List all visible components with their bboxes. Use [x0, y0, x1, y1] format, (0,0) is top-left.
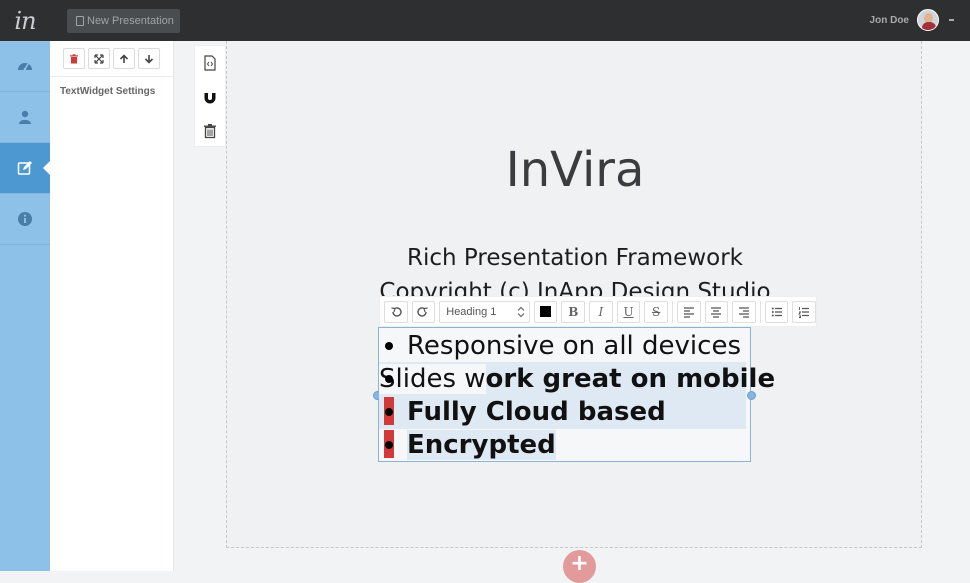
bold-button[interactable]: B	[561, 300, 586, 323]
align-center-button[interactable]	[704, 300, 729, 323]
edit-icon	[17, 161, 32, 175]
left-nav	[0, 41, 50, 571]
bullet-list-icon	[771, 307, 782, 316]
code-file-icon	[204, 55, 216, 71]
info-icon	[18, 212, 32, 226]
list-item[interactable]: Encrypted	[379, 428, 556, 462]
widget-toolbar	[50, 41, 173, 77]
user-icon	[19, 110, 31, 124]
list-item-bold-text: ork great on mobile	[485, 364, 776, 394]
slide-title[interactable]: InVira	[227, 142, 923, 198]
block-style-value: Heading 1	[446, 305, 497, 318]
chevron-down-icon	[949, 19, 954, 21]
expand-icon	[94, 53, 104, 64]
move-down-button[interactable]	[138, 48, 160, 69]
top-bar: in New Presentation Jon Doe	[0, 0, 970, 41]
align-center-icon	[711, 306, 722, 318]
user-menu[interactable]: Jon Doe	[870, 9, 954, 31]
code-view-button[interactable]	[195, 46, 225, 80]
app-logo[interactable]: in	[0, 0, 50, 41]
redo-button[interactable]	[411, 300, 436, 323]
list-item-text: Slides w	[379, 364, 486, 394]
nav-item-dashboard[interactable]	[0, 41, 50, 92]
snap-toggle-button[interactable]	[195, 80, 225, 114]
nav-item-users[interactable]	[0, 92, 50, 143]
bullet-icon	[379, 395, 407, 429]
up-down-chevron-icon	[517, 306, 525, 317]
dashboard-icon	[18, 63, 32, 71]
align-left-button[interactable]	[676, 300, 701, 323]
bullet-list-button[interactable]	[764, 300, 789, 323]
text-editor-toolbar: Heading 1 B I U S	[379, 296, 817, 327]
settings-panel: TextWidget Settings	[50, 41, 174, 571]
delete-slide-button[interactable]	[195, 114, 225, 148]
strikethrough-button[interactable]: S	[644, 300, 668, 323]
user-name: Jon Doe	[869, 14, 909, 26]
slide-canvas[interactable]: InVira Rich Presentation Framework Copyr…	[226, 41, 922, 548]
document-icon	[76, 16, 84, 26]
toolbar-divider	[671, 300, 673, 323]
block-style-select[interactable]: Heading 1	[439, 300, 530, 323]
new-presentation-label: New Presentation	[87, 15, 174, 27]
underline-button[interactable]: U	[616, 300, 641, 323]
list-item-bold-text: Fully Cloud based	[407, 397, 666, 427]
magnet-icon	[204, 91, 216, 104]
list-item-text: Responsive on all devices	[407, 331, 741, 361]
numbered-list-button[interactable]	[792, 300, 817, 323]
bullet-icon	[379, 428, 407, 462]
list-item[interactable]: Fully Cloud based	[379, 395, 746, 429]
arrow-up-icon	[119, 53, 129, 63]
settings-title: TextWidget Settings	[60, 86, 156, 97]
trash-icon	[204, 124, 216, 139]
align-right-icon	[739, 306, 750, 318]
trash-icon	[70, 53, 78, 63]
undo-button[interactable]	[384, 300, 408, 323]
toolbar-divider	[759, 300, 761, 323]
text-widget[interactable]: Responsive on all devices Slides w ork g…	[373, 327, 775, 462]
delete-widget-button[interactable]	[63, 48, 85, 69]
text-color-button[interactable]	[533, 300, 558, 323]
slide-tools	[194, 45, 226, 147]
plus-icon: +	[570, 551, 589, 576]
arrow-down-icon	[144, 54, 154, 64]
bullet-icon	[379, 329, 407, 363]
slide-subtitle[interactable]: Rich Presentation Framework	[227, 245, 923, 271]
list-item[interactable]: Responsive on all devices	[379, 329, 741, 363]
numbered-list-icon	[798, 306, 810, 318]
nav-item-edit[interactable]	[0, 143, 50, 194]
add-slide-button[interactable]: +	[563, 550, 596, 583]
color-swatch-icon	[540, 306, 552, 317]
nav-item-info[interactable]	[0, 194, 50, 245]
list-item[interactable]: Slides w ork great on mobile	[379, 362, 775, 396]
italic-button[interactable]: I	[589, 300, 613, 323]
undo-icon	[391, 306, 402, 317]
align-right-button[interactable]	[732, 300, 756, 323]
avatar[interactable]	[917, 9, 939, 31]
new-presentation-button[interactable]: New Presentation	[67, 9, 180, 33]
align-left-icon	[683, 306, 694, 318]
expand-widget-button[interactable]	[88, 48, 110, 69]
list-item-bold-text: Encrypted	[407, 430, 556, 460]
redo-icon	[417, 306, 429, 317]
move-up-button[interactable]	[113, 48, 135, 69]
